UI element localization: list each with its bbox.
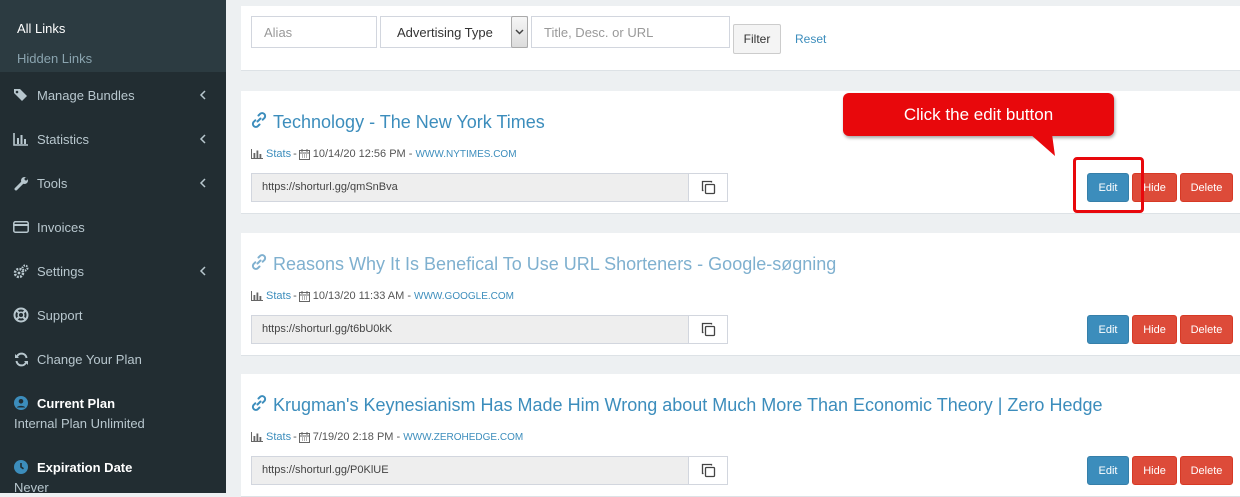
chevron-left-icon	[199, 178, 206, 188]
delete-button[interactable]: Delete	[1180, 173, 1233, 202]
link-card: Krugman's Keynesianism Has Made Him Wron…	[241, 374, 1240, 497]
sidebar-item-label: Statistics	[37, 131, 90, 147]
filter-bar: Advertising Type Filter Reset	[241, 6, 1240, 71]
annotation-callout: Click the edit button	[843, 93, 1114, 136]
sidebar-item-hidden-links[interactable]: Hidden Links	[17, 51, 92, 66]
chevron-left-icon	[199, 266, 206, 276]
link-meta: Stats - 10/14/20 12:56 PM - WWW.NYTIMES.…	[251, 148, 517, 160]
sidebar-item-invoices[interactable]: Invoices	[0, 205, 226, 249]
delete-button[interactable]: Delete	[1180, 315, 1233, 344]
link-date: 10/13/20 11:33 AM -	[312, 290, 412, 302]
bar-chart-icon	[251, 149, 263, 159]
link-icon	[251, 112, 267, 128]
link-title[interactable]: Krugman's Keynesianism Has Made Him Wron…	[273, 395, 1103, 416]
search-input[interactable]	[531, 16, 730, 48]
copy-icon	[701, 463, 715, 478]
copy-icon	[701, 322, 715, 337]
user-circle-icon	[13, 395, 29, 411]
link-icon	[251, 254, 267, 270]
sidebar-item-label: Change Your Plan	[37, 351, 142, 367]
expiration-title: Expiration Date	[37, 460, 133, 475]
link-domain[interactable]: WWW.GOOGLE.COM	[414, 291, 514, 302]
clock-icon	[13, 459, 29, 475]
sidebar-item-settings[interactable]: Settings	[0, 249, 226, 293]
link-domain[interactable]: WWW.NYTIMES.COM	[415, 149, 516, 160]
edit-button[interactable]: Edit	[1087, 456, 1129, 485]
link-card: Reasons Why It Is Benefical To Use URL S…	[241, 233, 1240, 356]
reset-link[interactable]: Reset	[795, 32, 826, 46]
credit-card-icon	[13, 219, 29, 235]
copy-button[interactable]	[688, 315, 728, 344]
bar-chart-icon	[251, 291, 263, 301]
sidebar-item-label: Manage Bundles	[37, 87, 135, 103]
stats-link[interactable]: Stats	[266, 148, 291, 160]
life-ring-icon	[13, 307, 29, 323]
gears-icon	[13, 263, 29, 279]
meta-separator: -	[293, 148, 297, 160]
sidebar-item-manage-bundles[interactable]: Manage Bundles	[0, 73, 226, 117]
hide-button[interactable]: Hide	[1132, 315, 1177, 344]
sidebar-item-label: Invoices	[37, 219, 85, 235]
bar-chart-icon	[251, 432, 263, 442]
short-url-field[interactable]: https://shorturl.gg/t6bU0kK	[251, 315, 689, 344]
refresh-icon	[13, 351, 29, 367]
chevron-down-icon[interactable]	[511, 16, 528, 48]
meta-separator: -	[293, 290, 297, 302]
callout-pointer	[1030, 134, 1055, 156]
annotation-highlight	[1073, 157, 1144, 213]
sidebar-item-label: Tools	[37, 175, 68, 191]
hide-button[interactable]: Hide	[1132, 456, 1177, 485]
links-submenu: All Links Hidden Links	[0, 0, 226, 72]
sidebar-item-statistics[interactable]: Statistics	[0, 117, 226, 161]
copy-button[interactable]	[688, 173, 728, 202]
delete-button[interactable]: Delete	[1180, 456, 1233, 485]
calendar-icon	[298, 431, 310, 443]
stats-link[interactable]: Stats	[266, 431, 291, 443]
link-date: 7/19/20 2:18 PM -	[312, 431, 401, 443]
link-meta: Stats - 10/13/20 11:33 AM - WWW.GOOGLE.C…	[251, 290, 514, 302]
link-meta: Stats - 7/19/20 2:18 PM - WWW.ZEROHEDGE.…	[251, 431, 523, 443]
sidebar-item-tools[interactable]: Tools	[0, 161, 226, 205]
stats-link[interactable]: Stats	[266, 290, 291, 302]
link-icon	[251, 395, 267, 411]
sidebar-item-label: Settings	[37, 263, 84, 279]
alias-input[interactable]	[251, 16, 377, 48]
calendar-icon	[298, 290, 310, 302]
sidebar-item-label: Support	[37, 307, 83, 323]
current-plan-value: Internal Plan Unlimited	[14, 416, 145, 431]
chevron-left-icon	[199, 90, 206, 100]
link-date: 10/14/20 12:56 PM -	[312, 148, 413, 160]
link-title[interactable]: Reasons Why It Is Benefical To Use URL S…	[273, 254, 836, 275]
copy-icon	[701, 180, 715, 195]
copy-button[interactable]	[688, 456, 728, 485]
chevron-left-icon	[199, 134, 206, 144]
current-plan-title: Current Plan	[37, 396, 116, 411]
sidebar-item-change-plan[interactable]: Change Your Plan	[0, 337, 226, 381]
wrench-icon	[13, 175, 29, 191]
short-url-field[interactable]: https://shorturl.gg/P0KlUE	[251, 456, 689, 485]
short-url-field[interactable]: https://shorturl.gg/qmSnBva	[251, 173, 689, 202]
advertising-type-value: Advertising Type	[397, 25, 493, 40]
link-title[interactable]: Technology - The New York Times	[273, 112, 545, 133]
sidebar-item-all-links[interactable]: All Links	[17, 21, 65, 36]
edit-button[interactable]: Edit	[1087, 315, 1129, 344]
link-domain[interactable]: WWW.ZEROHEDGE.COM	[403, 432, 523, 443]
filter-button[interactable]: Filter	[733, 24, 781, 54]
bar-chart-icon	[13, 131, 29, 147]
tags-icon	[13, 87, 29, 103]
calendar-icon	[298, 148, 310, 160]
advertising-type-select[interactable]: Advertising Type	[380, 16, 528, 48]
sidebar-item-support[interactable]: Support	[0, 293, 226, 337]
meta-separator: -	[293, 431, 297, 443]
sidebar: All Links Hidden Links Manage Bundles St…	[0, 0, 226, 495]
